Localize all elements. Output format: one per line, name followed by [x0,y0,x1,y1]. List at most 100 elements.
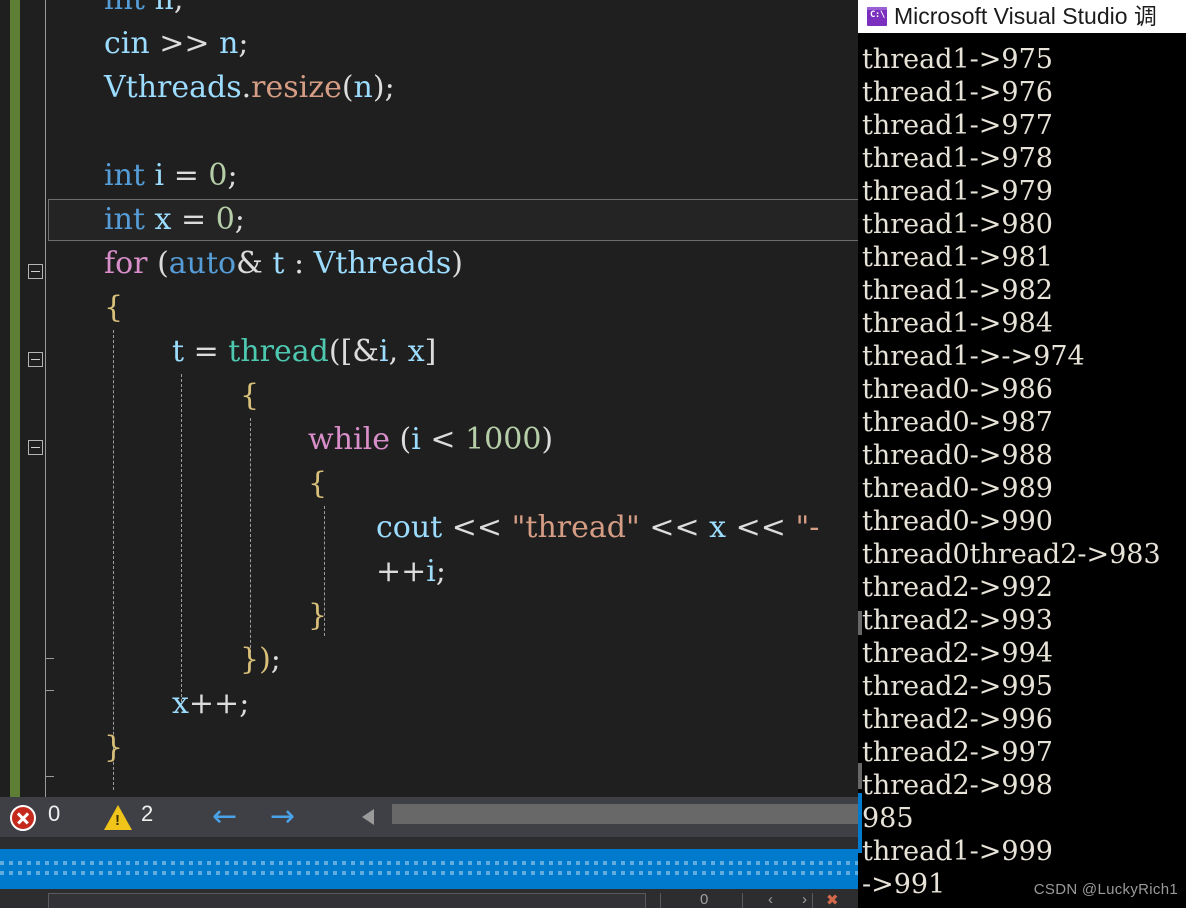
fold-toggle-while[interactable] [28,440,43,455]
code-line: cin >> n; [104,22,249,66]
console-line: thread2->994 [862,638,1053,669]
watermark-text: CSDN @LuckyRich1 [1033,881,1178,898]
find-input[interactable] [48,893,646,908]
code-line: x++; [172,682,249,726]
code-token: i [154,158,165,193]
code-token: x [407,334,425,369]
code-line: } [308,594,327,638]
code-token: i [379,334,389,369]
console-line: thread0->989 [862,473,1053,504]
indent-guide-1 [113,330,114,790]
code-token: ; [435,554,446,589]
console-line: 985 [862,803,914,834]
code-token: : [293,246,305,281]
console-output[interactable]: thread1->975 thread1->976 thread1->977 thre… [858,33,1186,908]
code-token: t [272,246,285,281]
code-token: cin [104,26,150,61]
code-token: { [240,378,260,413]
code-token: int [104,158,145,193]
warning-icon [104,805,132,830]
code-token: cout [376,510,443,545]
code-token: ; [270,642,281,677]
fold-toggle-lambda[interactable] [28,352,43,367]
panel-divider [0,837,858,849]
horizontal-scrollbar-track[interactable] [392,804,858,824]
console-window[interactable]: C:\ Microsoft Visual Studio 调 thread1->9… [858,0,1186,908]
vs-status-bar [0,849,858,889]
code-token: < [430,422,456,457]
code-token: Vthreads [104,70,242,105]
indent-guide-2 [181,374,182,702]
fold-toggle-for[interactable] [28,264,43,279]
code-line: Vthreads.resize(n); [104,66,395,110]
warning-count: 2 [141,801,154,826]
code-token: 0 [208,158,228,193]
console-line: thread0->986 [862,374,1053,405]
code-token: = [193,334,219,369]
console-line: thread0->987 [862,407,1053,438]
status-hatch-row-1 [0,861,858,865]
navigate-back-button[interactable]: ← [212,799,237,835]
console-line: thread2->996 [862,704,1053,735]
console-icon-glyph: C:\ [870,10,885,20]
find-close-button[interactable]: ✖ [826,891,839,908]
code-token: ) [541,422,554,457]
code-token: i [411,422,421,457]
code-line: ++i; [376,550,446,594]
code-token: thread [228,334,329,369]
code-line: { [240,374,259,418]
console-line: thread1->->974 [862,341,1085,372]
outline-spine-line [45,0,46,797]
code-token: ( [341,70,354,105]
code-token: x [154,202,172,237]
code-token: int [104,202,145,237]
code-line: { [308,462,327,506]
navigate-forward-button[interactable]: → [270,799,295,835]
code-token: ; [234,202,245,237]
code-token: >> [159,26,210,61]
console-title-bar[interactable]: C:\ Microsoft Visual Studio 调 [858,0,1186,33]
code-token: ( [399,422,412,457]
scroll-left-button[interactable] [362,809,374,825]
code-line: for (auto& t : Vthreads) [104,242,463,286]
code-token: & [236,246,263,281]
console-line: thread1->999 [862,836,1053,867]
code-token: ; [227,158,238,193]
code-line: int x = 0; [104,198,245,242]
horizontal-scrollbar-thumb[interactable] [392,804,858,824]
find-prev-button[interactable]: ‹ [768,891,773,908]
console-line: thread2->998 [862,770,1053,801]
outline-tick-2 [45,690,54,691]
outline-tick-1 [45,658,54,659]
console-line: thread1->984 [862,308,1053,339]
code-token: = [181,202,207,237]
code-token: ); [372,70,395,105]
code-token: for [104,246,148,281]
console-line: thread0thread2->983 [862,539,1161,570]
console-line: thread1->976 [862,77,1053,108]
find-match-count: 0 [700,891,709,908]
code-text-area[interactable]: int n;cin >> n;Vthreads.resize(n); int i … [0,0,858,797]
indent-guide-3 [250,418,251,658]
console-line: thread1->975 [862,44,1053,75]
console-line: thread1->982 [862,275,1053,306]
code-line: int n; [104,0,184,22]
code-token: "- [795,510,820,545]
find-next-button[interactable]: › [802,891,807,908]
code-token: i [426,554,436,589]
outline-tick-3 [45,776,54,777]
code-line: int i = 0; [104,154,238,198]
code-token: << [451,510,503,545]
code-token: "thread" [511,510,640,545]
code-token: & [352,334,379,369]
code-token: x [172,686,189,721]
